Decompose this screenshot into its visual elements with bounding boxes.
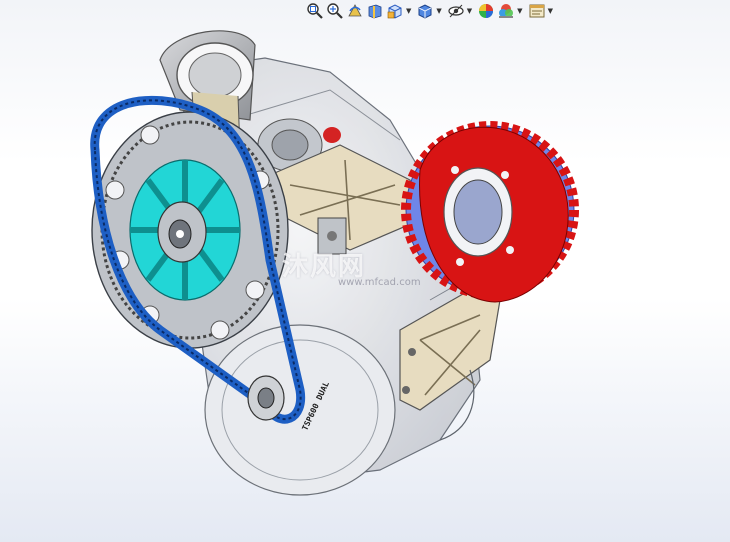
watermark-url: www.mfcad.com bbox=[338, 277, 421, 288]
chevron-down-icon[interactable]: ▼ bbox=[517, 7, 522, 15]
apply-scene-button[interactable]: ▼ bbox=[497, 1, 525, 21]
zoom-area-icon bbox=[327, 3, 343, 19]
edit-appearance-button[interactable] bbox=[477, 1, 495, 21]
hide-show-icon bbox=[448, 4, 464, 18]
display-style-icon bbox=[418, 4, 432, 19]
chevron-down-icon[interactable]: ▼ bbox=[406, 7, 411, 15]
small-drive-sprocket[interactable] bbox=[247, 375, 285, 421]
rear-sprocket[interactable] bbox=[401, 121, 579, 303]
cyan-hub[interactable] bbox=[129, 159, 241, 301]
section-view-icon bbox=[368, 4, 382, 19]
zoom-fit-icon bbox=[307, 3, 323, 19]
display-style-button[interactable]: ▼ bbox=[416, 1, 444, 21]
previous-view-button[interactable] bbox=[346, 1, 364, 21]
view-orientation-icon bbox=[387, 4, 402, 19]
chevron-down-icon[interactable]: ▼ bbox=[548, 7, 553, 15]
hide-show-items-button[interactable]: ▼ bbox=[447, 1, 475, 21]
view-settings-button[interactable]: ▼ bbox=[528, 1, 556, 21]
view-orientation-button[interactable]: ▼ bbox=[386, 1, 414, 21]
chevron-down-icon[interactable]: ▼ bbox=[467, 7, 472, 15]
appearance-icon bbox=[479, 4, 494, 18]
previous-view-icon bbox=[348, 4, 362, 17]
zoom-to-fit-button[interactable] bbox=[306, 1, 324, 21]
view-settings-icon bbox=[529, 4, 545, 18]
section-view-button[interactable] bbox=[366, 1, 384, 21]
heads-up-view-toolbar: ▼ ▼ ▼ ▼ ▼ bbox=[306, 0, 556, 22]
chevron-down-icon[interactable]: ▼ bbox=[436, 7, 441, 15]
scene-icon bbox=[499, 4, 514, 18]
zoom-to-area-button[interactable] bbox=[326, 1, 344, 21]
